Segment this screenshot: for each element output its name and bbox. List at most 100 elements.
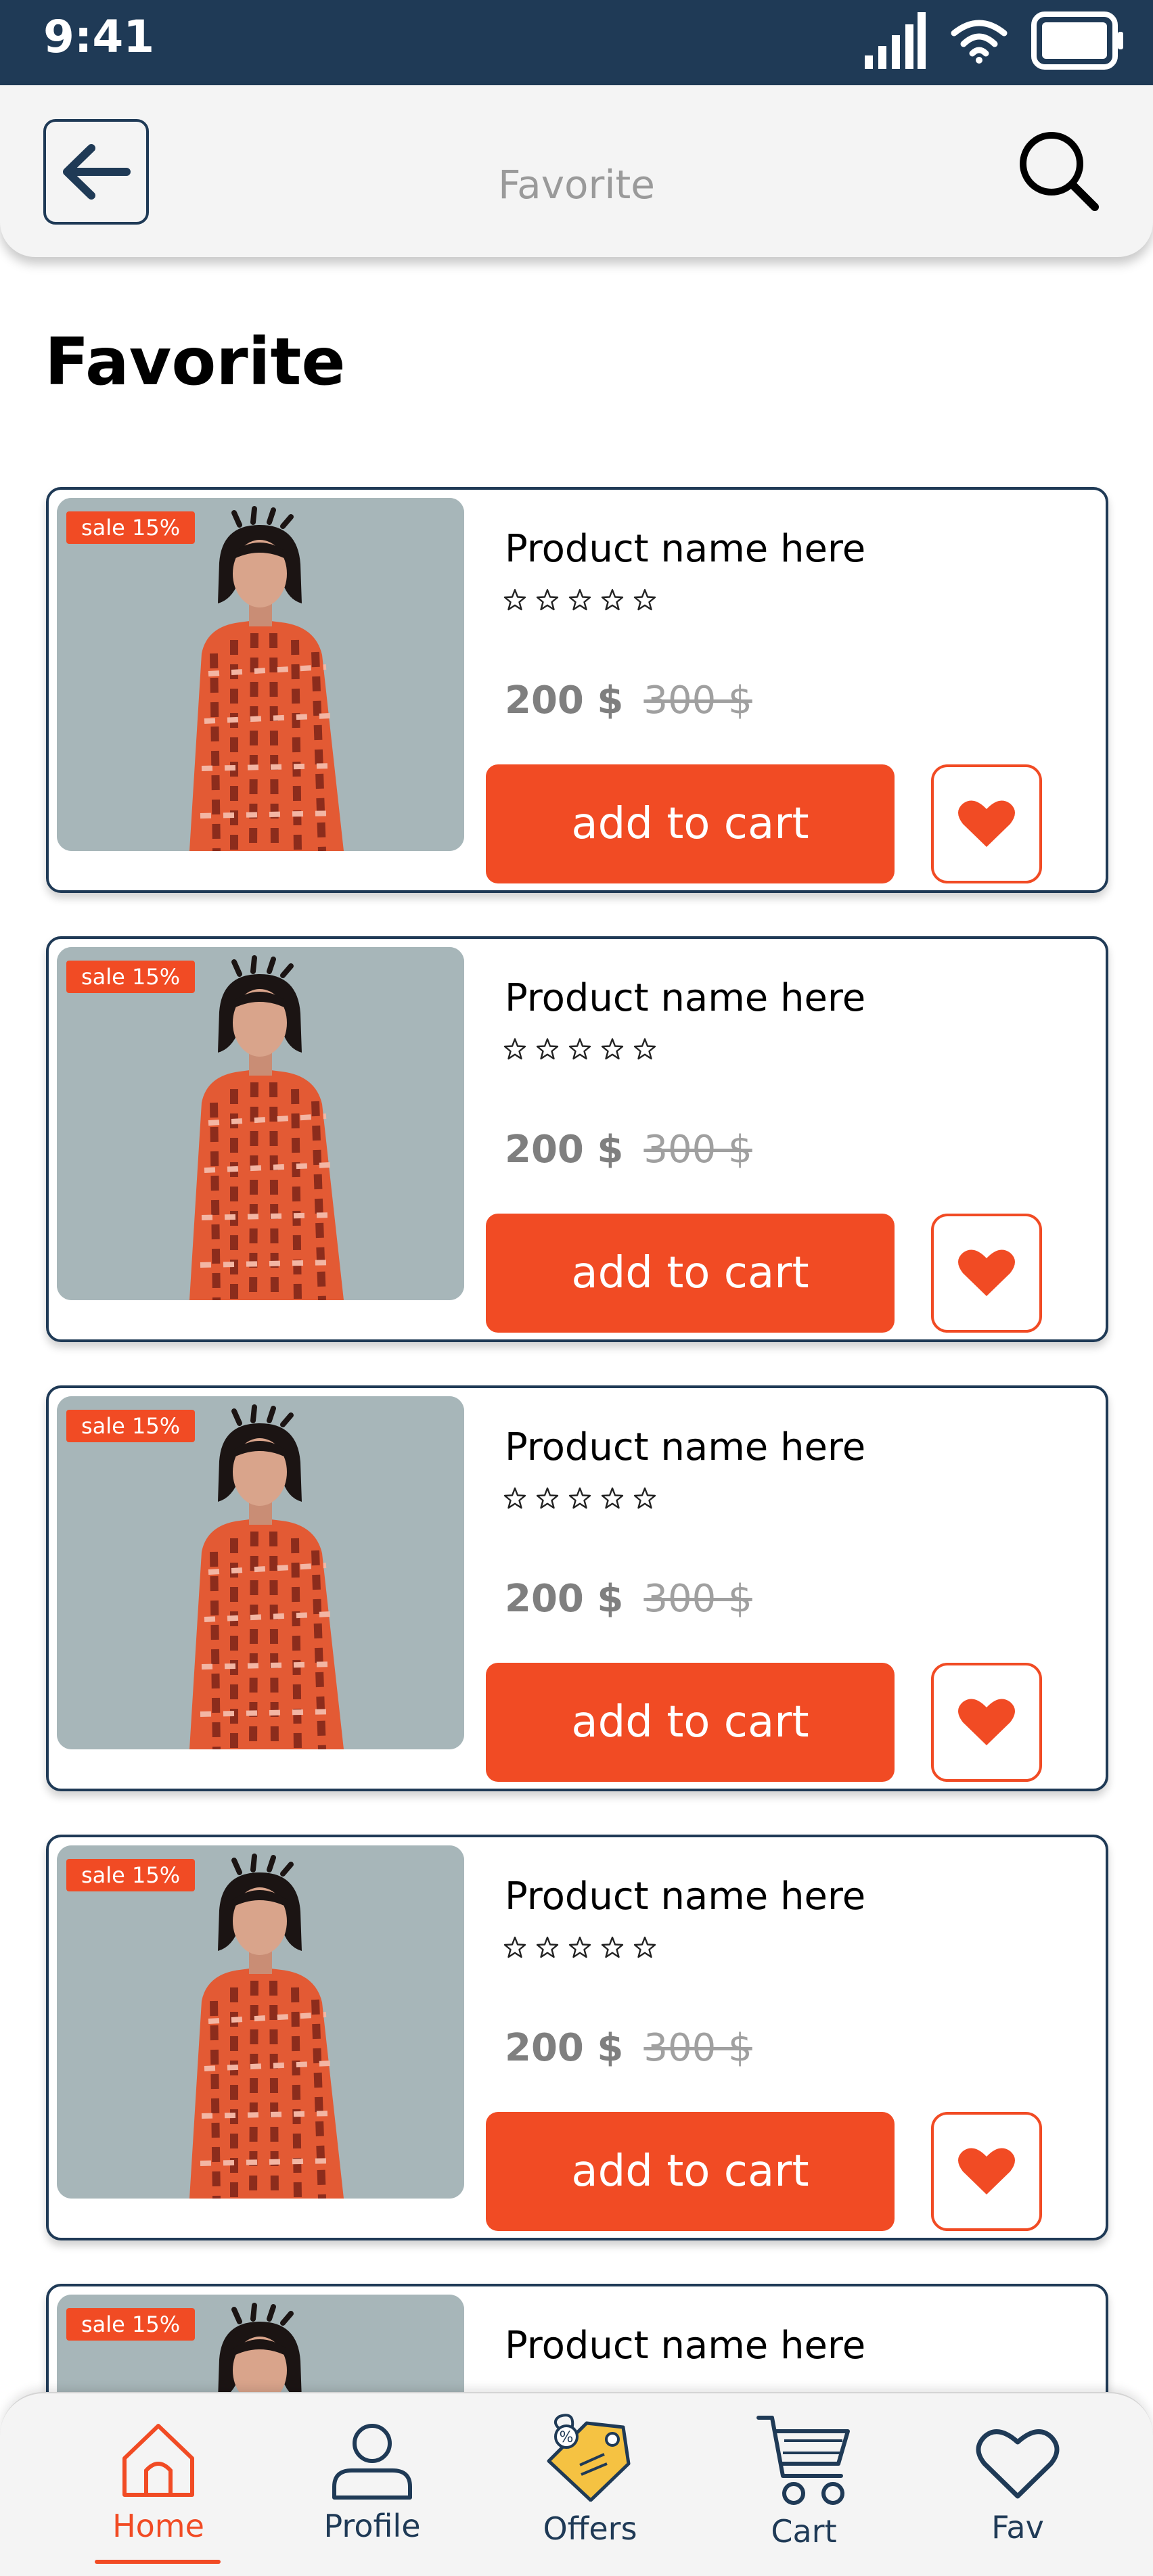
status-time: 9:41	[43, 11, 155, 63]
product-photo	[57, 1845, 464, 2199]
product-card[interactable]: sale 15% Product name here 200 $ 300 $ a…	[46, 487, 1108, 893]
star-outline-icon[interactable]	[536, 589, 559, 612]
offers-tag-icon: %	[547, 2414, 631, 2502]
star-outline-icon[interactable]	[568, 1038, 591, 1061]
star-outline-icon[interactable]	[568, 1487, 591, 1510]
nav-fav-label: Fav	[991, 2509, 1044, 2546]
cart-icon	[756, 2416, 850, 2505]
wifi-icon	[951, 20, 1008, 64]
star-outline-icon[interactable]	[503, 1487, 526, 1510]
star-outline-icon[interactable]	[536, 1487, 559, 1510]
product-image[interactable]: sale 15%	[57, 1396, 464, 1749]
sale-badge: sale 15%	[66, 1859, 196, 1891]
star-outline-icon[interactable]	[633, 1936, 656, 1959]
current-price: 200 $	[505, 2026, 624, 2070]
rating-stars	[503, 589, 656, 612]
product-image[interactable]: sale 15%	[57, 1845, 464, 2199]
old-price: 300 $	[643, 1128, 752, 1172]
nav-profile[interactable]: Profile	[291, 2393, 453, 2576]
current-price: 200 $	[505, 678, 624, 722]
nav-home[interactable]: Home	[77, 2393, 240, 2576]
signal-icon	[865, 12, 926, 69]
nav-active-indicator	[95, 2560, 221, 2564]
product-card[interactable]: sale 15% Product name here 200 $ 300 $ a…	[46, 936, 1108, 1342]
sale-badge: sale 15%	[66, 961, 196, 993]
profile-icon	[332, 2424, 412, 2500]
nav-offers[interactable]: % Offers	[509, 2393, 671, 2576]
add-to-cart-button[interactable]: add to cart	[486, 764, 895, 883]
price-row: 200 $ 300 $	[505, 2025, 752, 2071]
star-outline-icon[interactable]	[536, 1038, 559, 1061]
heart-filled-icon	[958, 2148, 1015, 2194]
status-icons	[863, 7, 1126, 74]
star-outline-icon[interactable]	[633, 1038, 656, 1061]
nav-cart-label: Cart	[771, 2513, 837, 2550]
sale-badge: sale 15%	[66, 1410, 196, 1442]
star-outline-icon[interactable]	[568, 1936, 591, 1959]
product-photo	[57, 947, 464, 1300]
page-title: Favorite	[45, 324, 346, 400]
price-row: 200 $ 300 $	[505, 1127, 752, 1173]
star-outline-icon[interactable]	[568, 589, 591, 612]
star-outline-icon[interactable]	[633, 1487, 656, 1510]
rating-stars	[503, 1038, 656, 1061]
favorite-toggle-button[interactable]	[931, 1663, 1042, 1782]
bottom-nav: Home Profile % Offers Cart Fav	[0, 2392, 1153, 2576]
heart-filled-icon	[958, 1249, 1015, 1296]
product-card[interactable]: sale 15% Product name here 200 $ 300 $ a…	[46, 1385, 1108, 1791]
app-header: Favorite	[0, 85, 1153, 257]
add-to-cart-button[interactable]: add to cart	[486, 2112, 895, 2231]
nav-offers-label: Offers	[543, 2510, 637, 2547]
battery-icon	[1031, 12, 1123, 70]
heart-outline-icon	[976, 2429, 1060, 2499]
product-name[interactable]: Product name here	[505, 1425, 865, 1471]
product-card[interactable]: sale 15% Product name here 200 $ 300 $ a…	[46, 1835, 1108, 2240]
product-photo	[57, 1396, 464, 1749]
product-name[interactable]: Product name here	[505, 1874, 865, 1920]
star-outline-icon[interactable]	[633, 589, 656, 612]
star-outline-icon[interactable]	[601, 1487, 624, 1510]
rating-stars	[503, 1487, 656, 1510]
current-price: 200 $	[505, 1128, 624, 1172]
star-outline-icon[interactable]	[601, 589, 624, 612]
sale-badge: sale 15%	[66, 511, 196, 544]
heart-filled-icon	[958, 800, 1015, 847]
favorite-toggle-button[interactable]	[931, 764, 1042, 883]
rating-stars	[503, 1936, 656, 1959]
product-image[interactable]: sale 15%	[57, 947, 464, 1300]
product-name[interactable]: Product name here	[505, 526, 865, 572]
favorites-screen: 9:41 Favorite Favorite sale 15% Product …	[0, 0, 1153, 2576]
search-icon	[1020, 132, 1099, 211]
old-price: 300 $	[643, 1577, 752, 1621]
price-row: 200 $ 300 $	[505, 1576, 752, 1622]
nav-profile-label: Profile	[323, 2508, 421, 2544]
nav-home-label: Home	[112, 2508, 204, 2544]
star-outline-icon[interactable]	[601, 1038, 624, 1061]
add-to-cart-button[interactable]: add to cart	[486, 1214, 895, 1333]
favorite-toggle-button[interactable]	[931, 1214, 1042, 1333]
product-photo	[57, 498, 464, 851]
home-icon	[122, 2424, 194, 2497]
star-outline-icon[interactable]	[503, 1936, 526, 1959]
svg-text:%: %	[560, 2429, 574, 2446]
old-price: 300 $	[643, 678, 752, 722]
price-row: 200 $ 300 $	[505, 678, 752, 724]
nav-fav[interactable]: Fav	[936, 2393, 1099, 2576]
nav-cart[interactable]: Cart	[723, 2393, 885, 2576]
star-outline-icon[interactable]	[601, 1936, 624, 1959]
search-button[interactable]	[1011, 123, 1106, 218]
product-image[interactable]: sale 15%	[57, 498, 464, 851]
old-price: 300 $	[643, 2026, 752, 2070]
product-name[interactable]: Product name here	[505, 975, 865, 1021]
star-outline-icon[interactable]	[536, 1936, 559, 1959]
favorite-toggle-button[interactable]	[931, 2112, 1042, 2231]
current-price: 200 $	[505, 1577, 624, 1621]
add-to-cart-button[interactable]: add to cart	[486, 1663, 895, 1782]
header-title: Favorite	[498, 162, 655, 208]
sale-badge: sale 15%	[66, 2308, 196, 2341]
heart-filled-icon	[958, 1699, 1015, 1745]
star-outline-icon[interactable]	[503, 1038, 526, 1061]
star-outline-icon[interactable]	[503, 589, 526, 612]
product-name[interactable]: Product name here	[505, 2323, 865, 2369]
status-bar: 9:41	[0, 0, 1153, 85]
